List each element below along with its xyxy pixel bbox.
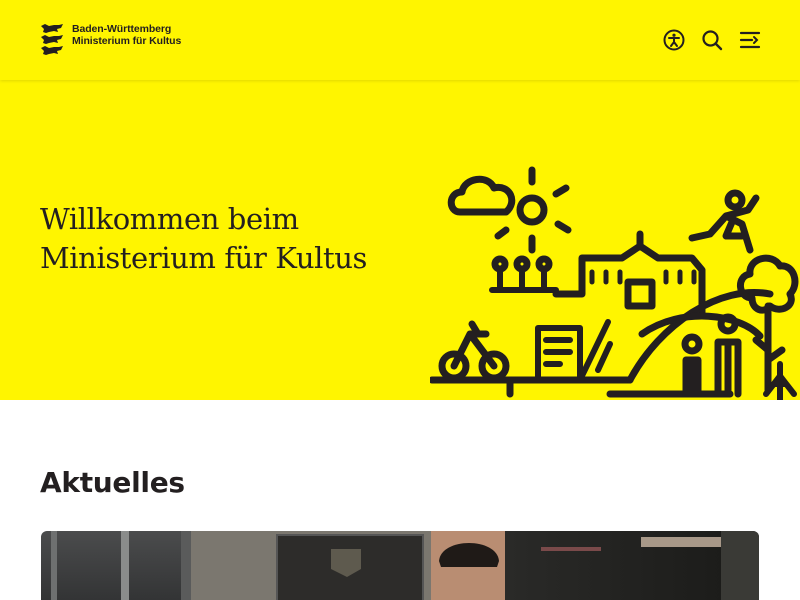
person-body-1 <box>682 356 702 398</box>
hero-title-line-2: Ministerium für Kultus <box>40 241 368 275</box>
person-body-2 <box>714 338 742 398</box>
cloud-shape <box>447 175 516 216</box>
hero-title-line-1: Willkommen beim <box>40 202 299 236</box>
lions-crest-icon <box>41 24 63 55</box>
hill-shape-2 <box>638 312 764 340</box>
accessibility-icon <box>663 29 685 51</box>
person-head-2 <box>717 313 739 335</box>
logo-text: Baden-Württemberg Ministerium für Kultus <box>72 23 181 47</box>
person-head-1 <box>681 333 703 355</box>
sun-shape <box>516 194 548 226</box>
bike-frame <box>450 320 498 370</box>
search-icon <box>702 30 723 51</box>
bench-head-1 <box>491 255 509 273</box>
tree-crown <box>737 254 799 314</box>
logo-line-1: Baden-Württemberg <box>72 23 172 35</box>
news-photo-drawing <box>41 531 759 600</box>
runner-body <box>688 194 760 254</box>
header-actions <box>662 28 762 52</box>
hero-section: Willkommen beim Ministerium für Kultus <box>0 80 800 400</box>
bench-head-3 <box>535 255 553 273</box>
bench-shape <box>489 269 559 293</box>
city-illustration <box>430 166 799 400</box>
search-button[interactable] <box>700 28 724 52</box>
menu-button[interactable] <box>738 28 762 52</box>
book-shape <box>535 325 583 383</box>
site-header: Baden-Württemberg Ministerium für Kultus <box>0 0 800 80</box>
news-photo[interactable] <box>41 531 759 600</box>
logo-line-2: Ministerium für Kultus <box>72 35 182 47</box>
news-section: Aktuelles <box>0 400 800 600</box>
hero-title: Willkommen beim Ministerium für Kultus <box>40 200 420 278</box>
school-door <box>624 278 656 310</box>
pencil-shape <box>577 319 613 383</box>
menu-icon <box>739 31 761 49</box>
accessibility-button[interactable] <box>662 28 686 52</box>
site-logo[interactable]: Baden-Württemberg Ministerium für Kultus <box>40 23 181 56</box>
bench-head-2 <box>513 255 531 273</box>
runner-head <box>724 189 746 211</box>
news-heading: Aktuelles <box>40 466 185 499</box>
